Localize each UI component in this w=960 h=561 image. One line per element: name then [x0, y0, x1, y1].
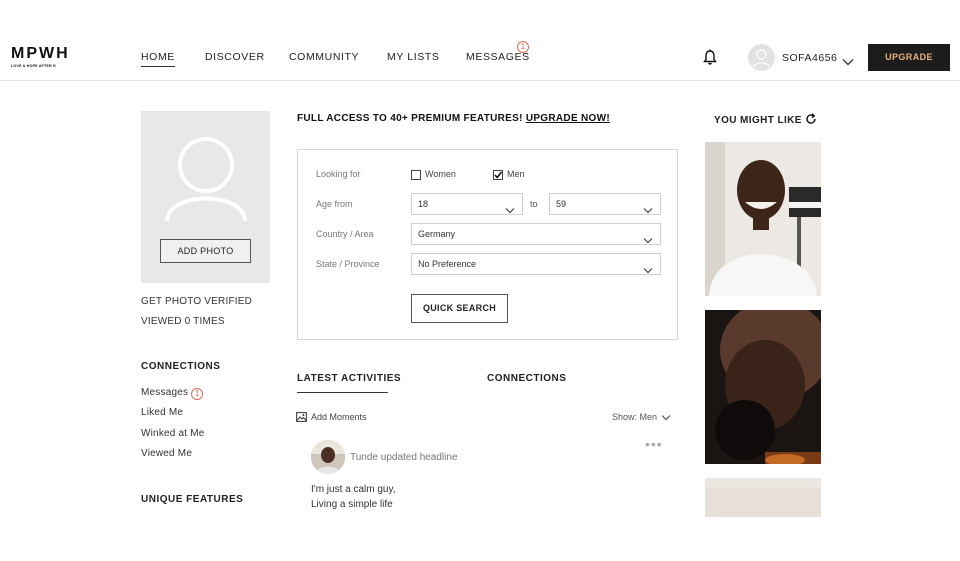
you-might-like-heading: YOU MIGHT LIKE	[714, 113, 817, 126]
chevron-down-icon	[643, 201, 653, 214]
age-to-value: 59	[556, 199, 567, 209]
tab-connections[interactable]: CONNECTIONS	[487, 373, 566, 384]
person-placeholder-icon	[164, 135, 248, 225]
top-header: MPWH LOVE & HOPE AFTER H HOME DISCOVER C…	[0, 0, 960, 81]
show-filter-dropdown[interactable]: Show: Men	[612, 412, 671, 422]
looking-for-label: Looking for	[316, 169, 361, 179]
nav-messages[interactable]: MESSAGES	[466, 51, 530, 63]
to-label: to	[530, 199, 538, 209]
add-moments-button[interactable]: Add Moments	[296, 412, 367, 422]
member-avatar[interactable]	[311, 440, 345, 474]
sidebar-item-label: Messages	[141, 387, 189, 398]
username-label[interactable]: SOFA4656	[782, 52, 837, 64]
add-moments-label: Add Moments	[311, 412, 367, 422]
viewed-count: VIEWED 0 TIMES	[141, 316, 225, 327]
quick-search-button[interactable]: QUICK SEARCH	[411, 294, 508, 323]
more-options-icon[interactable]: •••	[645, 436, 663, 452]
chevron-down-icon	[643, 231, 653, 244]
age-from-value: 18	[418, 199, 429, 209]
add-photo-button[interactable]: ADD PHOTO	[160, 239, 251, 263]
state-label: State / Province	[316, 259, 380, 269]
promo-text: FULL ACCESS TO 40+ PREMIUM FEATURES!	[297, 113, 526, 124]
suggested-profile-photo[interactable]	[705, 142, 821, 296]
age-from-select[interactable]: 18	[411, 193, 523, 215]
activity-headline: Tunde updated headline	[350, 452, 458, 463]
messages-count-badge: 1	[191, 388, 204, 400]
nav-community[interactable]: COMMUNITY	[289, 51, 359, 63]
get-photo-verified-link[interactable]: GET PHOTO VERIFIED	[141, 296, 252, 307]
nav-my-lists[interactable]: MY LISTS	[387, 51, 439, 63]
state-value: No Preference	[418, 259, 477, 269]
checkmark-icon	[494, 171, 503, 179]
women-checkbox[interactable]	[411, 170, 421, 180]
refresh-icon[interactable]	[805, 113, 817, 125]
brand-tagline: LOVE & HOPE AFTER H	[11, 64, 56, 68]
messages-count-badge: 1	[517, 41, 529, 53]
men-checkbox[interactable]	[493, 170, 503, 180]
age-from-label: Age from	[316, 199, 353, 209]
show-filter-label: Show: Men	[612, 412, 658, 422]
nav-home[interactable]: HOME	[141, 51, 175, 67]
women-label: Women	[425, 169, 456, 179]
chevron-down-icon	[505, 201, 515, 214]
user-avatar[interactable]	[748, 44, 775, 71]
suggested-profile-photo[interactable]	[705, 478, 821, 517]
sidebar-item-winked-at-me[interactable]: Winked at Me	[141, 428, 205, 439]
age-to-select[interactable]: 59	[549, 193, 661, 215]
chevron-down-icon	[643, 261, 653, 274]
post-text-line: Living a simple life	[311, 499, 393, 510]
country-select[interactable]: Germany	[411, 223, 661, 245]
post-text-line: I'm just a calm guy,	[311, 484, 396, 495]
upgrade-button[interactable]: UPGRADE	[868, 44, 950, 71]
men-label: Men	[507, 169, 525, 179]
bell-icon[interactable]	[702, 49, 718, 66]
connections-heading: CONNECTIONS	[141, 361, 221, 372]
brand-name: MPWH	[11, 45, 70, 62]
sidebar-item-messages[interactable]: Messages 1	[141, 387, 204, 400]
upgrade-promo-banner: FULL ACCESS TO 40+ PREMIUM FEATURES! UPG…	[297, 113, 610, 124]
nav-discover[interactable]: DISCOVER	[205, 51, 265, 63]
upgrade-now-link[interactable]: UPGRADE NOW!	[526, 113, 610, 124]
suggested-profile-photo[interactable]	[705, 310, 821, 464]
state-select[interactable]: No Preference	[411, 253, 661, 275]
sidebar-item-liked-me[interactable]: Liked Me	[141, 407, 183, 418]
unique-features-heading: UNIQUE FEATURES	[141, 494, 244, 505]
you-might-like-label: YOU MIGHT LIKE	[714, 115, 802, 126]
country-label: Country / Area	[316, 229, 374, 239]
sidebar-item-viewed-me[interactable]: Viewed Me	[141, 448, 192, 459]
active-tab-indicator	[297, 392, 388, 393]
image-icon	[296, 412, 307, 422]
chevron-down-icon	[661, 413, 671, 421]
quick-search-panel: Looking for Women Men Age from 18 to 59 …	[297, 149, 678, 340]
profile-photo-placeholder: ADD PHOTO	[141, 111, 270, 283]
country-value: Germany	[418, 229, 456, 239]
brand-logo[interactable]: MPWH LOVE & HOPE AFTER H	[11, 45, 70, 69]
tab-latest-activities[interactable]: LATEST ACTIVITIES	[297, 373, 401, 384]
chevron-down-icon[interactable]	[842, 53, 854, 66]
